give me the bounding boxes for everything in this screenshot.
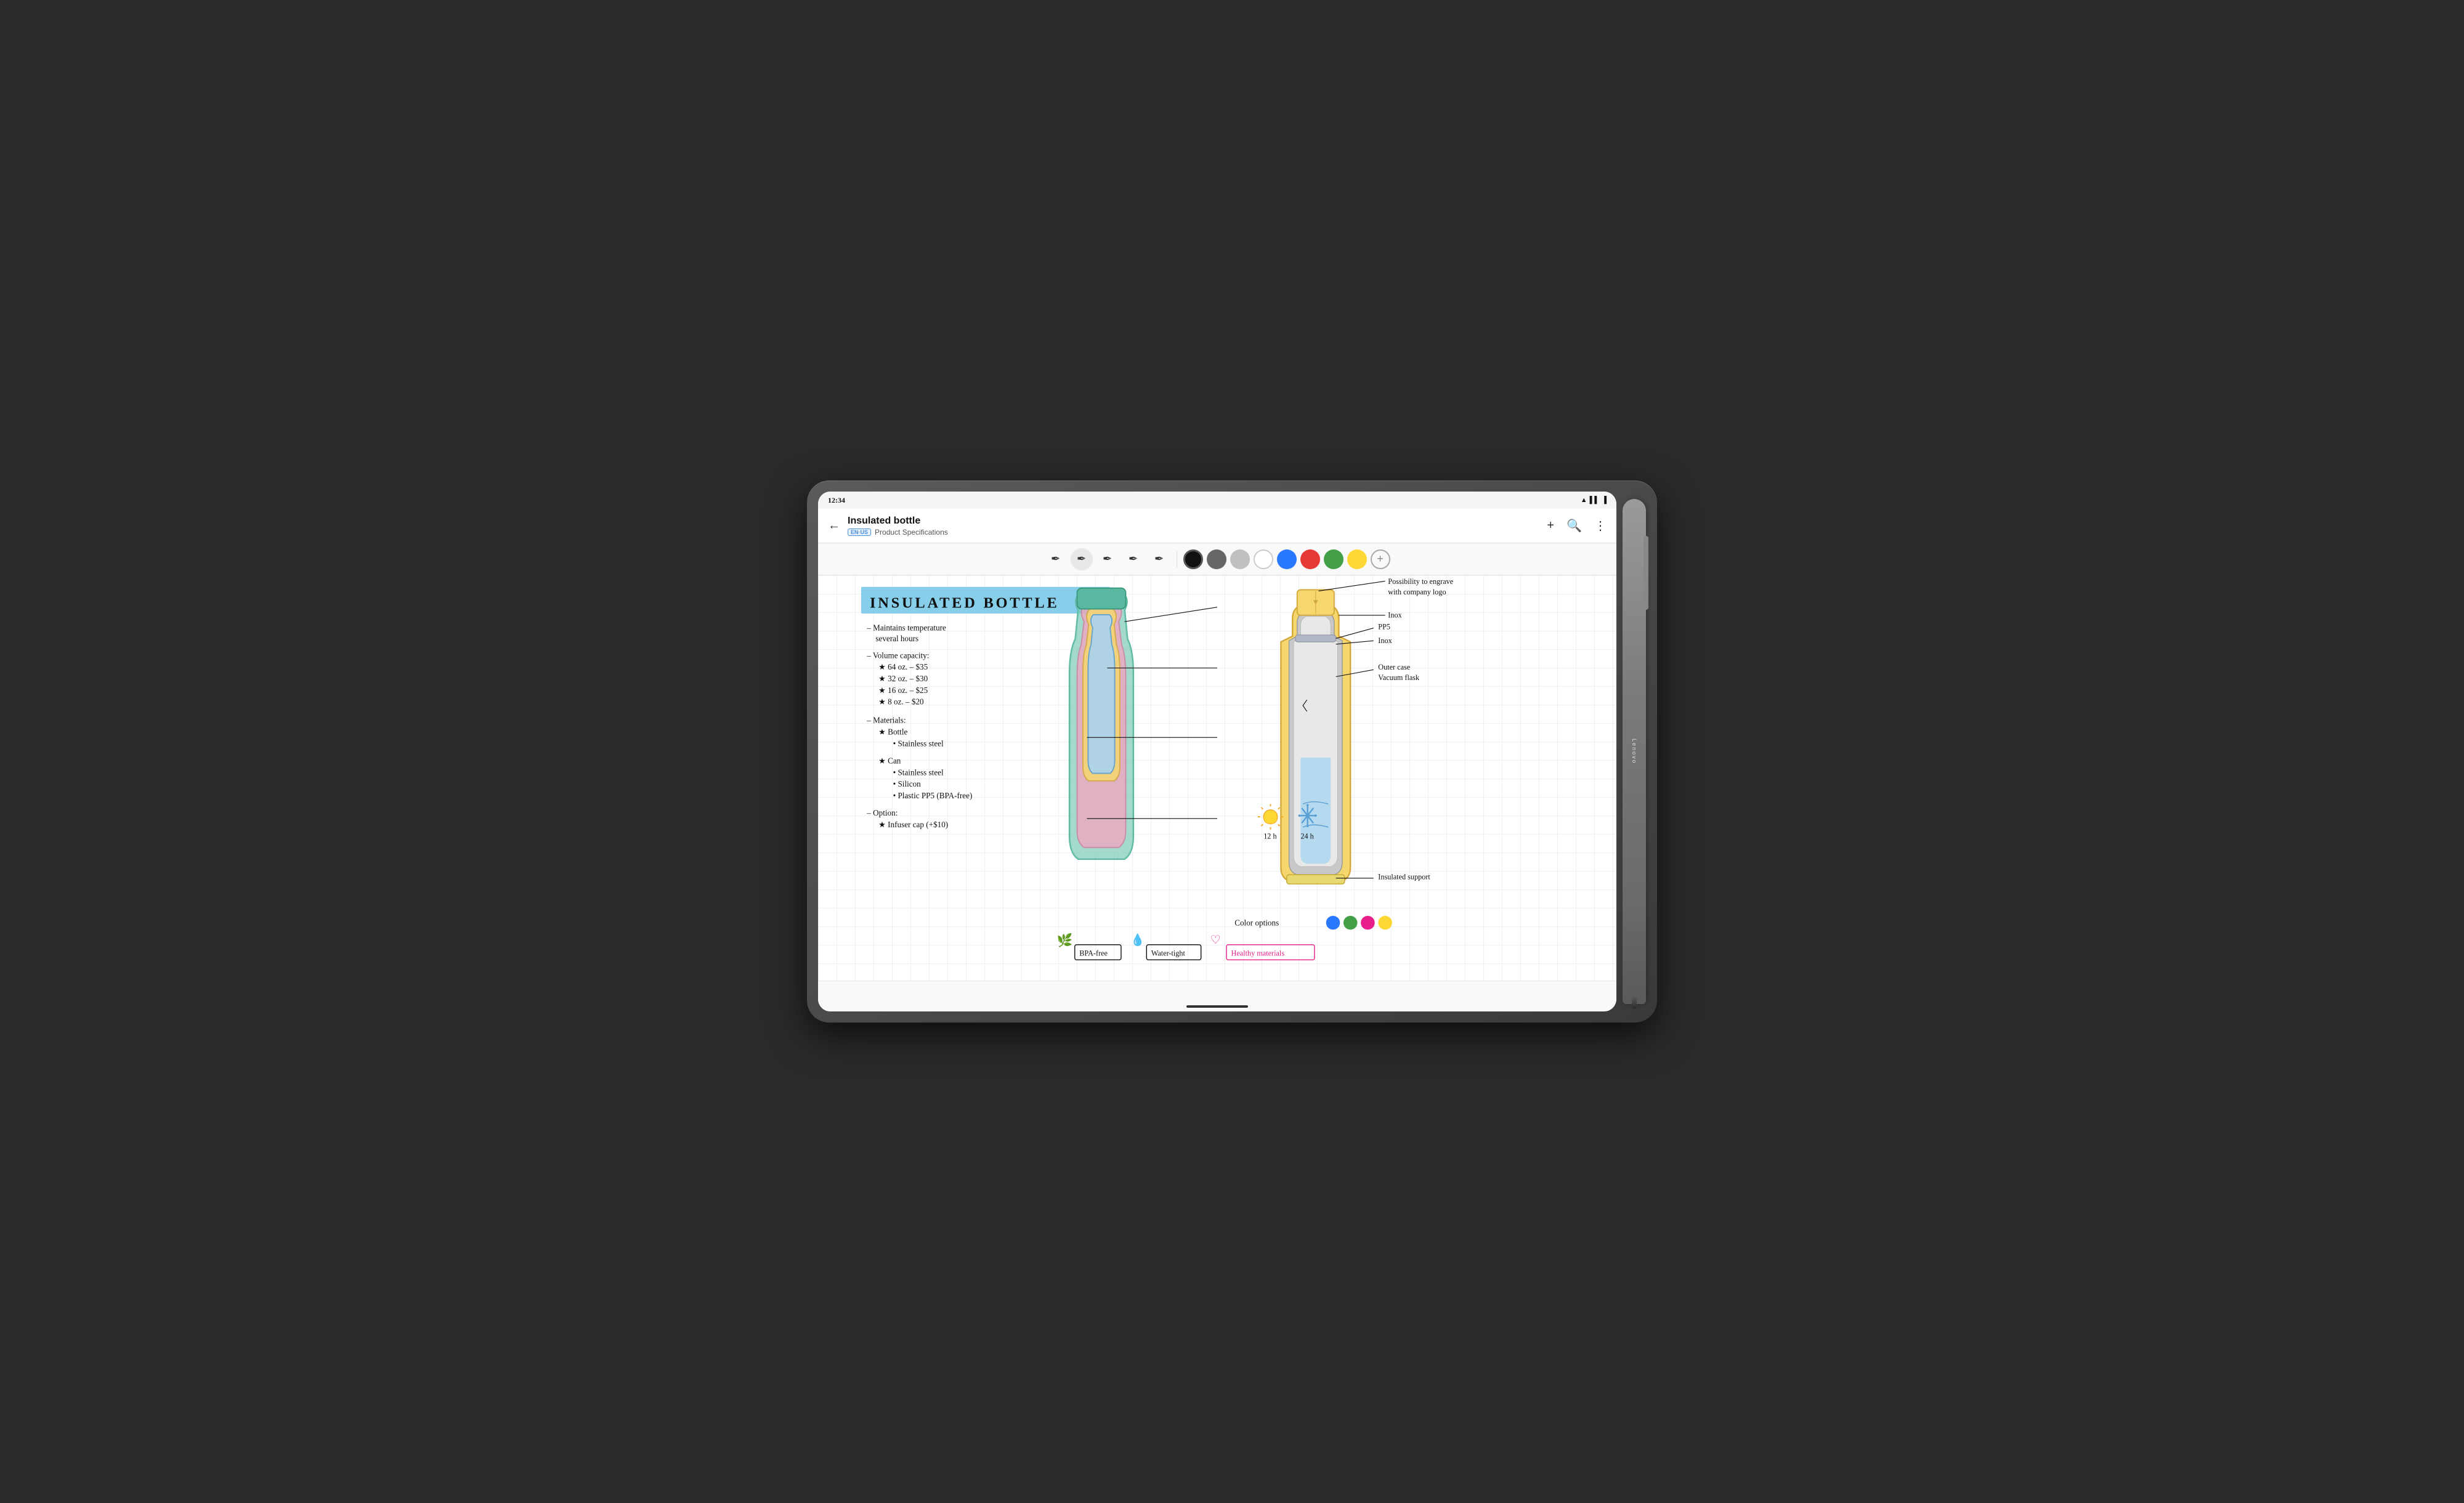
- svg-text:★ 16 oz. – $25: ★ 16 oz. – $25: [878, 686, 928, 695]
- pen-tool-3[interactable]: ✒: [1096, 548, 1119, 570]
- color-green[interactable]: [1324, 549, 1343, 569]
- pen-icon-1: ✒: [1051, 553, 1060, 565]
- title-area: Insulated bottle EN·US Product Specifica…: [848, 516, 1547, 537]
- add-button[interactable]: +: [1547, 519, 1554, 533]
- svg-text:★ 64 oz. – $35: ★ 64 oz. – $35: [878, 662, 928, 671]
- app-subtitle-text: Product Specifications: [875, 528, 948, 537]
- svg-text:several hours: several hours: [875, 634, 918, 643]
- pen-icon-5: ✒: [1154, 553, 1164, 565]
- canvas-area[interactable]: INSULATED BOTTLE – Maintains temperature…: [818, 575, 1616, 981]
- color-black[interactable]: [1183, 549, 1203, 569]
- pen-icon-4: ✒: [1129, 553, 1138, 565]
- wifi-icon: ▲: [1581, 496, 1587, 504]
- add-color-button[interactable]: +: [1371, 549, 1390, 569]
- app-bar-actions: + 🔍 ⋮: [1547, 518, 1607, 533]
- svg-text:★ 32 oz. – $30: ★ 32 oz. – $30: [878, 674, 928, 683]
- color-blue[interactable]: [1277, 549, 1297, 569]
- app-subtitle-row: EN·US Product Specifications: [848, 528, 1547, 537]
- pen-tool-2[interactable]: ✒: [1071, 548, 1093, 570]
- svg-text:– Volume capacity:: – Volume capacity:: [866, 650, 929, 660]
- svg-text:– Materials:: – Materials:: [866, 716, 906, 725]
- svg-text:• Stainless steel: • Stainless steel: [893, 768, 944, 777]
- svg-text:Inox: Inox: [1378, 636, 1392, 645]
- status-icons: ▲ ▌▌ ▐: [1581, 496, 1607, 504]
- drawing-toolbar: ✒ ✒ ✒ ✒ ✒ +: [818, 543, 1616, 575]
- color-light-gray[interactable]: [1230, 549, 1250, 569]
- color-red[interactable]: [1300, 549, 1320, 569]
- stylus: Lenovo: [1623, 499, 1646, 1004]
- back-button[interactable]: ←: [828, 519, 840, 533]
- svg-text:Healthy materials: Healthy materials: [1231, 949, 1285, 958]
- drawing-canvas[interactable]: INSULATED BOTTLE – Maintains temperature…: [818, 575, 1616, 981]
- svg-text:– Option:: – Option:: [866, 808, 898, 817]
- color-dark-gray[interactable]: [1207, 549, 1226, 569]
- svg-text:• Plastic PP5 (BPA-free): • Plastic PP5 (BPA-free): [893, 791, 973, 800]
- svg-text:💧: 💧: [1130, 933, 1145, 947]
- app-title: Insulated bottle: [848, 516, 1547, 527]
- pen-tool-5[interactable]: ✒: [1148, 548, 1170, 570]
- pen-tool-4[interactable]: ✒: [1122, 548, 1145, 570]
- tablet-screen: 12:34 ▲ ▌▌ ▐ ← Insulated bottle EN·US Pr…: [818, 492, 1616, 1011]
- stylus-tip: [1632, 997, 1637, 1009]
- svg-text:Possibility to engrave: Possibility to engrave: [1388, 577, 1453, 586]
- svg-text:★ Can: ★ Can: [878, 756, 901, 766]
- svg-text:PP5: PP5: [1378, 622, 1390, 631]
- svg-text:BPA-free: BPA-free: [1079, 949, 1108, 958]
- lang-badge: EN·US: [848, 529, 871, 536]
- status-bar: 12:34 ▲ ▌▌ ▐: [818, 492, 1616, 509]
- svg-text:Water-tight: Water-tight: [1151, 949, 1186, 958]
- svg-text:★ 8 oz. – $20: ★ 8 oz. – $20: [878, 697, 924, 707]
- svg-text:– Maintains temperature: – Maintains temperature: [866, 623, 946, 632]
- more-button[interactable]: ⋮: [1594, 518, 1607, 533]
- svg-text:Insulated support: Insulated support: [1378, 873, 1430, 881]
- stylus-clip: [1643, 536, 1648, 610]
- bottom-nav-bar: [818, 981, 1616, 1011]
- nav-indicator: [1186, 1005, 1248, 1008]
- svg-text:Vacuum flask: Vacuum flask: [1378, 673, 1420, 682]
- status-time: 12:34: [828, 495, 845, 506]
- pen-icon-2: ✒: [1077, 553, 1086, 565]
- tablet-device: 12:34 ▲ ▌▌ ▐ ← Insulated bottle EN·US Pr…: [807, 480, 1657, 1023]
- stylus-brand-label: Lenovo: [1631, 739, 1637, 764]
- svg-text:★ Bottle: ★ Bottle: [878, 727, 907, 737]
- svg-text:♡: ♡: [1210, 933, 1221, 946]
- svg-text:• Stainless steel: • Stainless steel: [893, 739, 944, 748]
- color-yellow[interactable]: [1347, 549, 1367, 569]
- svg-text:24 h: 24 h: [1300, 832, 1313, 841]
- battery-icon: ▐: [1602, 496, 1607, 504]
- app-bar: ← Insulated bottle EN·US Product Specifi…: [818, 509, 1616, 543]
- svg-text:12 h: 12 h: [1263, 832, 1276, 841]
- svg-text:INSULATED BOTTLE: INSULATED BOTTLE: [870, 595, 1060, 612]
- svg-text:🌿: 🌿: [1057, 933, 1073, 948]
- svg-text:with company logo: with company logo: [1388, 588, 1446, 596]
- svg-text:★ Infuser cap (+$10): ★ Infuser cap (+$10): [878, 820, 948, 829]
- svg-text:Color options: Color options: [1234, 918, 1279, 928]
- pen-icon-3: ✒: [1103, 553, 1112, 565]
- search-button[interactable]: 🔍: [1566, 518, 1582, 533]
- color-white[interactable]: [1254, 549, 1273, 569]
- svg-text:• Silicon: • Silicon: [893, 779, 922, 788]
- svg-text:Outer case: Outer case: [1378, 663, 1410, 671]
- pen-tool-1[interactable]: ✒: [1045, 548, 1067, 570]
- svg-text:Inox: Inox: [1388, 611, 1401, 620]
- signal-icon: ▌▌: [1590, 496, 1600, 504]
